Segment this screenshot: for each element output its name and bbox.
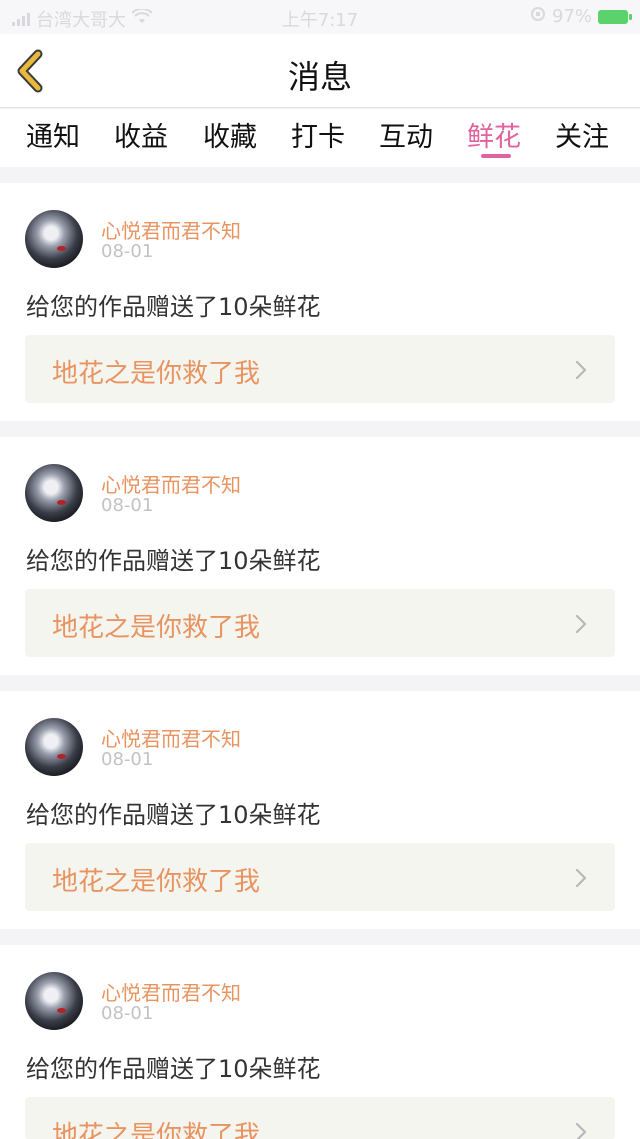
message-date: 08-01: [101, 749, 154, 770]
message-text: 给您的作品赠送了10朵鲜花: [26, 801, 321, 829]
tab-favorites[interactable]: 收藏: [203, 115, 257, 154]
nav-bar: 消息: [0, 34, 640, 108]
battery-icon: [598, 9, 632, 24]
tab-flowers[interactable]: 鲜花: [467, 115, 521, 154]
work-link[interactable]: 地花之是你救了我: [25, 1097, 615, 1139]
tab-bar: 通知 收益 收藏 打卡 互动 鲜花 关注: [0, 109, 640, 167]
active-tab-indicator: [481, 154, 511, 158]
message-text: 给您的作品赠送了10朵鲜花: [26, 293, 321, 321]
message-card: 心悦君而君不知 08-01 给您的作品赠送了10朵鲜花 地花之是你救了我: [0, 183, 640, 421]
chevron-right-icon: [575, 868, 587, 888]
orientation-lock-icon: [530, 6, 546, 27]
chevron-right-icon: [575, 614, 587, 634]
message-text: 给您的作品赠送了10朵鲜花: [26, 1055, 321, 1083]
sender-name[interactable]: 心悦君而君不知: [101, 723, 241, 752]
work-title: 地花之是你救了我: [52, 359, 261, 389]
message-text: 给您的作品赠送了10朵鲜花: [26, 547, 321, 575]
battery-percent: 97%: [551, 6, 592, 27]
message-date: 08-01: [101, 1003, 154, 1024]
tab-checkin[interactable]: 打卡: [291, 115, 345, 154]
work-title: 地花之是你救了我: [52, 867, 261, 897]
status-bar: 台湾大哥大 上午7:17 97%: [0, 0, 640, 34]
tab-notifications[interactable]: 通知: [26, 115, 80, 154]
work-link[interactable]: 地花之是你救了我: [25, 335, 615, 403]
work-link[interactable]: 地花之是你救了我: [25, 589, 615, 657]
chevron-right-icon: [575, 1122, 587, 1139]
avatar[interactable]: [25, 718, 83, 776]
message-card: 心悦君而君不知 08-01 给您的作品赠送了10朵鲜花 地花之是你救了我: [0, 691, 640, 929]
avatar[interactable]: [25, 210, 83, 268]
message-card: 心悦君而君不知 08-01 给您的作品赠送了10朵鲜花 地花之是你救了我: [0, 437, 640, 675]
sender-name[interactable]: 心悦君而君不知: [101, 215, 241, 244]
message-date: 08-01: [101, 241, 154, 262]
tab-follows[interactable]: 关注: [555, 115, 609, 154]
work-title: 地花之是你救了我: [52, 1121, 261, 1139]
message-card: 心悦君而君不知 08-01 给您的作品赠送了10朵鲜花 地花之是你救了我: [0, 945, 640, 1139]
tab-earnings[interactable]: 收益: [114, 115, 168, 154]
message-date: 08-01: [101, 495, 154, 516]
chevron-right-icon: [575, 360, 587, 380]
work-title: 地花之是你救了我: [52, 613, 261, 643]
sender-name[interactable]: 心悦君而君不知: [101, 977, 241, 1006]
sender-name[interactable]: 心悦君而君不知: [101, 469, 241, 498]
page-title: 消息: [287, 58, 352, 96]
avatar[interactable]: [25, 464, 83, 522]
tab-interactions[interactable]: 互动: [379, 115, 433, 154]
work-link[interactable]: 地花之是你救了我: [25, 843, 615, 911]
avatar[interactable]: [25, 972, 83, 1030]
